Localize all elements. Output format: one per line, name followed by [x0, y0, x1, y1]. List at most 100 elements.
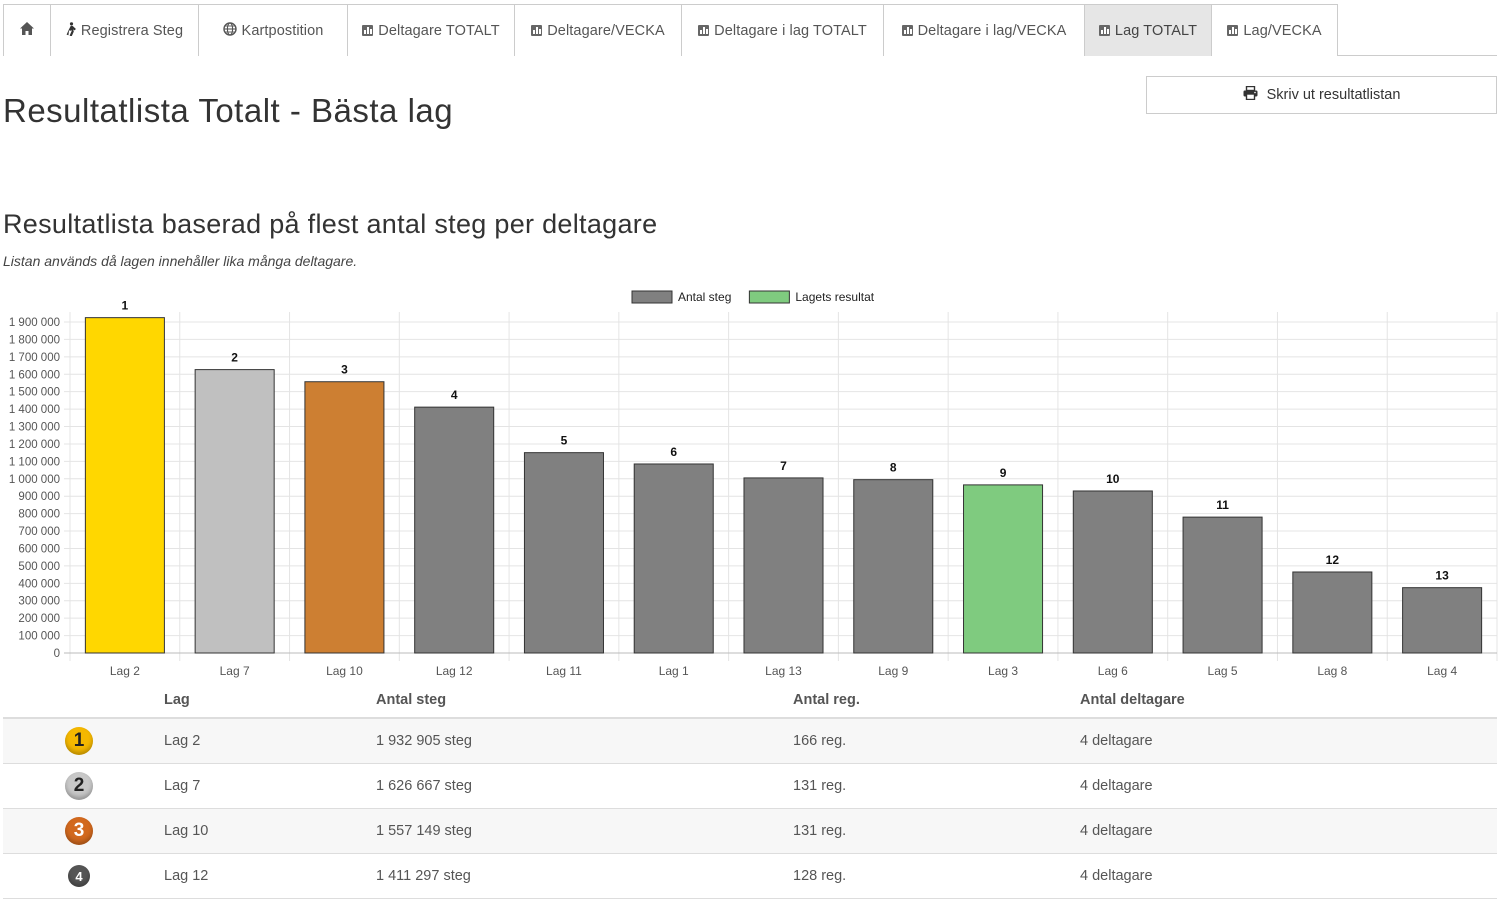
bar-rank-label: 12: [1326, 553, 1340, 567]
bar-rank-label: 5: [561, 434, 568, 448]
tab-label: Deltagare i lag TOTALT: [714, 22, 867, 39]
bar-chart-icon: [531, 25, 543, 36]
header-antal-reg: Antal reg.: [793, 692, 860, 708]
x-tick-label: Lag 4: [1427, 664, 1457, 678]
table-row: 2 Lag 7 1 626 667 steg 131 reg. 4 deltag…: [3, 764, 1497, 809]
header-lag: Lag: [164, 692, 190, 708]
chart-bar: [1182, 516, 1263, 654]
y-tick-label: 100 000: [18, 631, 60, 643]
y-tick-label: 1 700 000: [9, 352, 60, 364]
cell-deltagare: 4 deltagare: [1080, 733, 1153, 749]
y-tick-label: 1 100 000: [9, 456, 60, 468]
cell-steg: 1 557 149 steg: [376, 823, 472, 839]
page-title: Resultatlista Totalt - Bästa lag: [3, 92, 454, 129]
chart-bar: [304, 381, 385, 654]
tab-deltagare-totalt[interactable]: Deltagare TOTALT: [347, 4, 515, 56]
bar-rank-label: 4: [451, 388, 458, 402]
legend-label: Lagets resultat: [795, 290, 874, 304]
home-icon: [19, 21, 35, 40]
bar-rank-label: 8: [890, 461, 897, 475]
x-tick-label: Lag 13: [765, 664, 802, 678]
chart-bar: [1402, 587, 1483, 654]
chart-bar: [853, 479, 934, 654]
bar-chart-icon: [1227, 25, 1239, 36]
y-tick-label: 1 500 000: [9, 387, 60, 399]
chart-bar: [743, 477, 824, 654]
legend-label: Antal steg: [678, 290, 731, 304]
bar-rank-label: 1: [122, 299, 129, 313]
table-header: Lag Antal steg Antal reg. Antal deltagar…: [3, 683, 1497, 719]
bar-rank-label: 7: [780, 459, 787, 473]
bar-chart-icon: [901, 25, 913, 36]
cell-lag: Lag 2: [164, 733, 201, 749]
cell-reg: 128 reg.: [793, 868, 847, 884]
tab-home[interactable]: [3, 4, 51, 56]
x-tick-label: Lag 3: [988, 664, 1018, 678]
cell-deltagare: 4 deltagare: [1080, 823, 1153, 839]
x-tick-label: Lag 6: [1098, 664, 1128, 678]
x-tick-label: Lag 12: [436, 664, 473, 678]
tab-label: Deltagare/VECKA: [547, 22, 665, 39]
y-tick-label: 500 000: [18, 561, 60, 573]
x-tick-label: Lag 9: [878, 664, 908, 678]
tab-label: Lag TOTALT: [1114, 22, 1198, 39]
printer-icon: [1243, 85, 1258, 104]
tab-deltagare-i-lag-totalt[interactable]: Deltagare i lag TOTALT: [681, 4, 884, 56]
x-tick-label: Lag 1: [659, 664, 689, 678]
cell-deltagare: 4 deltagare: [1080, 868, 1153, 884]
section-note: Listan används då lagen innehåller lika …: [3, 253, 358, 269]
bar-rank-label: 2: [231, 351, 238, 365]
y-tick-label: 1 400 000: [9, 404, 60, 416]
bronze-medal-icon: 3: [65, 817, 93, 845]
bar-rank-label: 10: [1106, 472, 1120, 486]
chart-bar: [1072, 490, 1153, 654]
y-tick-label: 0: [54, 648, 60, 660]
bar-rank-label: 6: [670, 445, 677, 459]
tab-label: Lag/VECKA: [1243, 22, 1322, 39]
silver-medal-icon: 2: [65, 772, 93, 800]
y-tick-label: 1 800 000: [9, 334, 60, 346]
tab-lag-vecka[interactable]: Lag/VECKA: [1211, 4, 1338, 56]
tab-label: Deltagare TOTALT: [378, 22, 500, 39]
x-tick-label: Lag 11: [546, 664, 582, 678]
results-table: Lag Antal steg Antal reg. Antal deltagar…: [3, 683, 1497, 899]
table-row: 1 Lag 2 1 932 905 steg 166 reg. 4 deltag…: [3, 719, 1497, 764]
globe-icon: [222, 21, 237, 40]
legend-swatch: [748, 290, 790, 304]
chart-bar: [414, 406, 495, 654]
header-antal-deltagare: Antal deltagare: [1080, 692, 1185, 708]
tab-registrera-steg[interactable]: Registrera Steg: [50, 4, 199, 56]
y-tick-label: 1 200 000: [9, 439, 60, 451]
cell-lag: Lag 10: [164, 823, 209, 839]
chart-bar: [194, 369, 275, 654]
y-tick-label: 900 000: [18, 491, 60, 503]
tab-kartpostition[interactable]: Kartpostition: [198, 4, 348, 56]
bar-rank-label: 9: [1000, 466, 1007, 480]
tab-deltagare-i-lag-vecka[interactable]: Deltagare i lag/VECKA: [883, 4, 1085, 56]
chart-bar: [1292, 571, 1373, 654]
cell-reg: 131 reg.: [793, 778, 847, 794]
bar-rank-label: 13: [1435, 569, 1449, 583]
bar-chart-icon: [698, 25, 710, 36]
chart-bar: [84, 317, 165, 654]
results-bar-chart: 0 100 000 200 000 300 000 400 000 500 000 600 …: [9, 290, 1498, 678]
y-tick-label: 1 900 000: [9, 317, 60, 329]
y-tick-label: 1 000 000: [9, 474, 60, 486]
chart-bar: [963, 484, 1044, 654]
gold-medal-icon: 1: [65, 727, 93, 755]
x-tick-label: Lag 2: [110, 664, 140, 678]
cell-lag: Lag 7: [164, 778, 201, 794]
x-tick-label: Lag 7: [220, 664, 250, 678]
cell-reg: 166 reg.: [793, 733, 847, 749]
cell-reg: 131 reg.: [793, 823, 847, 839]
tab-deltagare-vecka[interactable]: Deltagare/VECKA: [514, 4, 682, 56]
cell-steg: 1 626 667 steg: [376, 778, 472, 794]
print-results-button[interactable]: Skriv ut resultatlistan: [1146, 76, 1497, 114]
walking-icon: [66, 21, 76, 40]
y-tick-label: 600 000: [18, 543, 60, 555]
legend-swatch: [631, 290, 673, 304]
tab-lag-totalt[interactable]: Lag TOTALT: [1084, 4, 1212, 56]
tab-label: Kartpostition: [241, 22, 324, 39]
tab-label: Deltagare i lag/VECKA: [917, 22, 1067, 39]
cell-deltagare: 4 deltagare: [1080, 778, 1153, 794]
